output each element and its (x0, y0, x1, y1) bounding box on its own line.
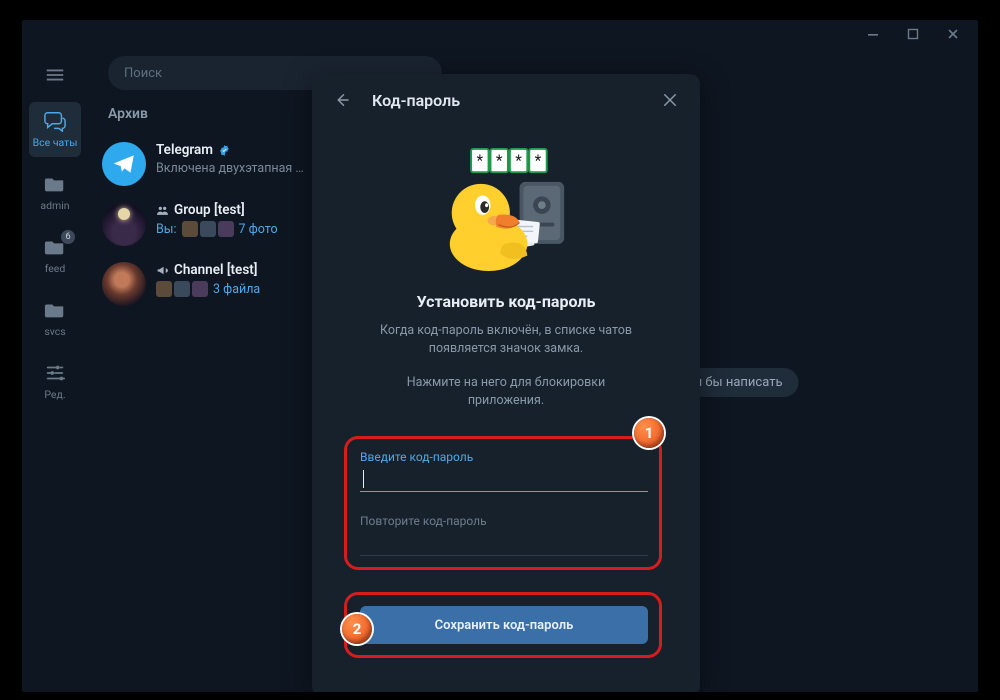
close-icon (661, 91, 679, 109)
window-close-button[interactable] (942, 26, 964, 42)
arrow-left-icon (333, 91, 351, 109)
modal-header: Код-пароль (312, 74, 700, 126)
search-placeholder: Поиск (124, 66, 162, 81)
svg-text:*: * (535, 151, 542, 169)
folder-label: Ред. (44, 388, 65, 401)
chat-title: Telegram (156, 142, 213, 158)
svg-text:*: * (515, 151, 522, 169)
text-caret (363, 470, 364, 488)
folder-icon (43, 299, 67, 321)
chats-icon (43, 110, 67, 132)
modal-heading: Установить код-пароль (312, 292, 700, 311)
title-bar (22, 20, 978, 48)
avatar (102, 202, 146, 246)
save-passcode-button[interactable]: Сохранить код-пароль (360, 606, 648, 644)
group-icon (156, 204, 169, 217)
passcode-sticker: * * * * (312, 140, 700, 280)
folder-label: admin (40, 199, 69, 212)
repeat-passcode-group: Повторите код-пароль (360, 514, 648, 556)
svg-text:*: * (476, 151, 483, 169)
folder-label: svcs (44, 325, 65, 338)
folder-feed[interactable]: 6 feed (29, 228, 81, 283)
save-button-label: Сохранить код-пароль (435, 618, 574, 633)
back-button[interactable] (330, 88, 354, 112)
enter-passcode-group: Введите код-пароль (360, 450, 648, 492)
enter-passcode-label: Введите код-пароль (360, 450, 648, 464)
repeat-passcode-label: Повторите код-пароль (360, 514, 648, 528)
close-button[interactable] (658, 88, 682, 112)
media-thumbs (182, 221, 234, 237)
archive-header: Архив (108, 106, 148, 122)
passcode-modal: Код-пароль * * * * (312, 74, 700, 692)
folder-rail: Все чаты admin 6 feed svcs Ред. (22, 48, 88, 692)
telegram-icon (111, 151, 137, 177)
window-maximize-button[interactable] (902, 26, 924, 42)
sliders-icon (43, 362, 67, 384)
chat-title: Group [test] (174, 202, 245, 218)
avatar (102, 142, 146, 186)
modal-desc-2: Нажмите на него для блокировки приложени… (370, 374, 642, 409)
step-marker-1: 1 (634, 418, 664, 448)
repeat-passcode-input[interactable] (360, 530, 648, 556)
folder-all-chats[interactable]: Все чаты (29, 102, 81, 157)
verified-icon (218, 144, 231, 157)
you-prefix: Вы: (156, 222, 177, 237)
modal-desc-1: Когда код-пароль включён, в списке чатов… (370, 322, 642, 357)
app-window: Все чаты admin 6 feed svcs Ред. Поиск Ар… (22, 20, 978, 692)
chat-title: Channel [test] (174, 262, 258, 278)
duck-sticker-icon: * * * * (426, 147, 586, 273)
folder-svcs[interactable]: svcs (29, 291, 81, 346)
enter-passcode-input[interactable] (360, 466, 648, 492)
megaphone-icon (156, 264, 169, 277)
svg-text:*: * (496, 151, 503, 169)
modal-title: Код-пароль (372, 91, 640, 110)
step-marker-2: 2 (342, 614, 372, 644)
folder-admin[interactable]: admin (29, 165, 81, 220)
media-count: 7 фото (239, 222, 278, 237)
folder-label: Все чаты (33, 136, 78, 149)
chat-subtitle: Включена двухэтапная … (156, 161, 304, 176)
media-thumbs (156, 281, 208, 297)
folder-icon (43, 173, 67, 195)
folder-edit[interactable]: Ред. (29, 354, 81, 409)
folder-label: feed (45, 262, 66, 275)
media-count: 3 файла (213, 282, 260, 297)
avatar (102, 262, 146, 306)
window-minimize-button[interactable] (862, 26, 884, 42)
unread-badge: 6 (61, 230, 75, 244)
menu-button[interactable] (29, 58, 81, 94)
